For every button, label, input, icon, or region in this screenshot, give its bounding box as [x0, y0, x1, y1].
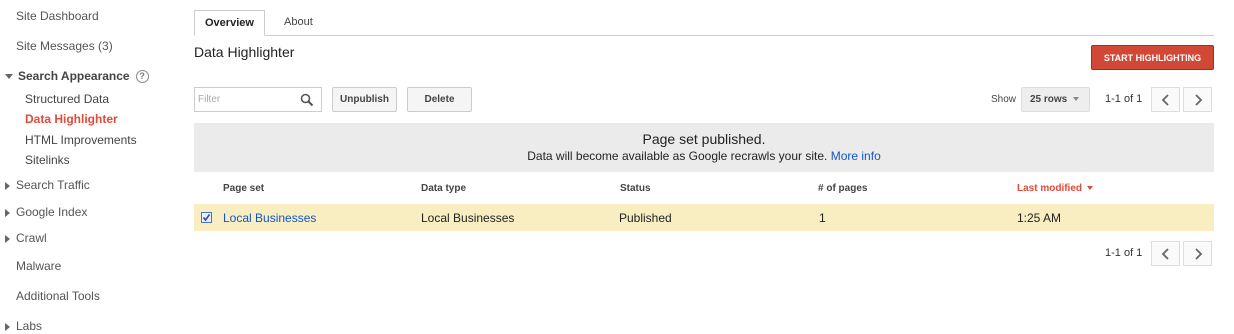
sidebar-item-label: Google Index — [16, 205, 88, 219]
search-icon[interactable] — [300, 93, 314, 107]
prev-page-button-bottom[interactable] — [1151, 241, 1180, 266]
sidebar-item-search-appearance[interactable]: Search Appearance? — [5, 69, 149, 84]
next-page-button-bottom[interactable] — [1183, 241, 1212, 266]
sidebar-item-labs[interactable]: Labs — [5, 319, 42, 333]
table-row[interactable]: Local Businesses Local Businesses Publis… — [194, 204, 1214, 231]
sidebar-subitem-data-highlighter[interactable]: Data Highlighter — [25, 112, 118, 126]
sidebar-item-label: Labs — [16, 319, 43, 333]
cell-page-set: Local Businesses — [223, 211, 316, 225]
show-rows-label: Show — [991, 94, 1017, 105]
filter-input[interactable] — [195, 88, 298, 110]
collapse-triangle-icon — [5, 208, 10, 217]
notice-text: Data will become available as Google rec… — [527, 149, 828, 163]
sidebar-item-malware[interactable]: Malware — [16, 259, 61, 273]
cell-status: Published — [619, 211, 672, 225]
sidebar-item-site-messages[interactable]: Site Messages (3) — [16, 39, 113, 53]
pagination-text-top: 1-1 of 1 — [1105, 93, 1143, 105]
sidebar-item-site-dashboard[interactable]: Site Dashboard — [16, 9, 99, 23]
tab-about[interactable]: About — [274, 10, 323, 34]
column-header-last-modified[interactable]: Last modified — [1017, 183, 1094, 194]
sidebar-subitem-structured-data[interactable]: Structured Data — [25, 92, 109, 106]
page-title: Data Highlighter — [194, 44, 295, 60]
expand-triangle-icon — [5, 74, 13, 80]
tab-overview[interactable]: Overview — [194, 10, 265, 36]
cell-last-modified: 1:25 AM — [1017, 211, 1062, 225]
column-header-data-type[interactable]: Data type — [421, 183, 466, 194]
delete-button[interactable]: Delete — [407, 87, 472, 112]
published-notice: Page set published. Data will become ava… — [194, 123, 1214, 172]
rows-per-page-value: 25 rows — [1030, 94, 1068, 105]
cell-data-type: Local Businesses — [421, 211, 515, 225]
column-header-status[interactable]: Status — [620, 183, 651, 194]
collapse-triangle-icon — [5, 322, 10, 331]
chevron-right-icon — [1194, 248, 1202, 260]
sidebar-item-additional-tools[interactable]: Additional Tools — [16, 289, 100, 303]
sort-descending-icon — [1087, 186, 1094, 191]
sidebar-subitem-sitelinks[interactable]: Sitelinks — [25, 153, 70, 167]
sidebar-item-label: Search Appearance — [18, 69, 130, 83]
help-icon[interactable]: ? — [135, 70, 149, 84]
column-header-pages[interactable]: # of pages — [818, 183, 867, 194]
start-highlighting-button[interactable]: START HIGHLIGHTING — [1091, 45, 1214, 70]
more-info-link[interactable]: More info — [831, 149, 881, 163]
tab-bar: Overview About — [194, 10, 1214, 36]
sidebar-subitem-html-improvements[interactable]: HTML Improvements — [25, 133, 137, 147]
sidebar-item-google-index[interactable]: Google Index — [5, 205, 87, 219]
column-header-page-set[interactable]: Page set — [223, 183, 264, 194]
chevron-left-icon — [1161, 248, 1169, 260]
chevron-down-icon — [1073, 97, 1080, 102]
cell-pages: 1 — [819, 211, 826, 225]
sidebar-item-search-traffic[interactable]: Search Traffic — [5, 178, 90, 192]
sidebar-nav: Site Dashboard Site Messages (3) Search … — [0, 0, 180, 334]
unpublish-button[interactable]: Unpublish — [332, 87, 397, 112]
notice-title: Page set published. — [642, 131, 766, 147]
sidebar-item-crawl[interactable]: Crawl — [5, 231, 47, 245]
column-header-label: Last modified — [1017, 183, 1083, 194]
collapse-triangle-icon — [5, 234, 10, 243]
row-checkbox[interactable] — [201, 212, 212, 223]
rows-per-page-select[interactable]: 25 rows — [1021, 87, 1090, 112]
chevron-right-icon — [1194, 94, 1202, 106]
pagination-text-bottom: 1-1 of 1 — [1105, 247, 1143, 259]
sidebar-item-label: Crawl — [16, 231, 47, 245]
chevron-left-icon — [1161, 94, 1169, 106]
next-page-button-top[interactable] — [1183, 87, 1212, 112]
sidebar-item-label: Search Traffic — [16, 178, 90, 192]
page-set-link[interactable]: Local Businesses — [223, 211, 316, 225]
prev-page-button-top[interactable] — [1151, 87, 1180, 112]
checkmark-icon — [202, 214, 211, 222]
filter-box — [194, 87, 322, 112]
notice-body: Data will become available as Google rec… — [194, 149, 1214, 163]
collapse-triangle-icon — [5, 181, 10, 190]
